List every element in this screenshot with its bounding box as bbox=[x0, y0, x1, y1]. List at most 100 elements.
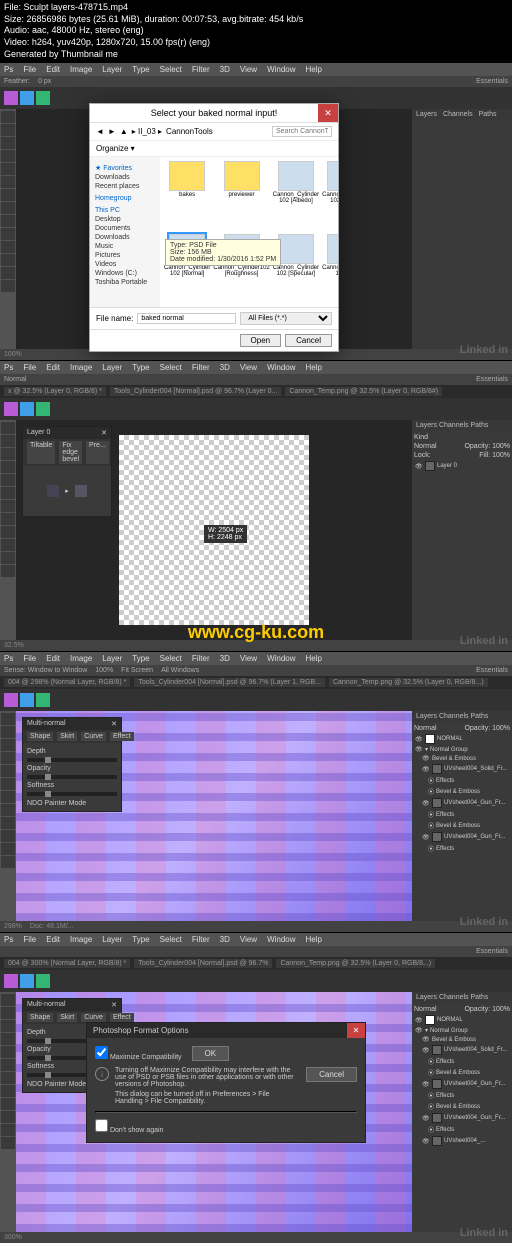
cancel-button[interactable]: Cancel bbox=[285, 334, 332, 347]
logo-icon: Ps bbox=[4, 654, 13, 663]
menu-layer[interactable]: Layer bbox=[102, 65, 122, 74]
file-item[interactable]: Cannon_Cylinder 102 [Gloss] bbox=[322, 161, 338, 231]
size-readout: W: 2504 pxH: 2248 px bbox=[204, 525, 247, 543]
dialog-title: Select your baked normal input! ✕ bbox=[90, 104, 338, 123]
search-input[interactable] bbox=[272, 126, 332, 137]
softness-slider[interactable] bbox=[27, 792, 117, 796]
tab[interactable]: Cannon_Temp.png @ 32.5% (Layer 0, RGB/8.… bbox=[329, 678, 488, 687]
tool-icon[interactable] bbox=[1, 163, 15, 175]
logo-icon: Ps bbox=[4, 935, 13, 944]
sidebar-item[interactable]: Windows (C:) bbox=[93, 269, 157, 278]
fwd-icon[interactable]: ► bbox=[108, 127, 116, 136]
menu-edit[interactable]: Edit bbox=[46, 65, 60, 74]
sidebar-item[interactable]: Videos bbox=[93, 260, 157, 269]
close-icon[interactable]: ✕ bbox=[347, 1023, 365, 1038]
sidebar-item[interactable]: Desktop bbox=[93, 215, 157, 224]
tool-icon[interactable] bbox=[1, 202, 15, 214]
file-tooltip: Type: PSD File Size: 156 MB Date modifie… bbox=[165, 239, 281, 266]
tool-icon[interactable] bbox=[1, 228, 15, 240]
logo-icon: Ps bbox=[4, 363, 13, 372]
file-item[interactable]: Cannon_Cylinder 102 [Albedo] bbox=[273, 161, 319, 231]
organize-btn[interactable]: Organize ▾ bbox=[96, 144, 135, 153]
dontshow-checkbox[interactable]: Don't show again bbox=[95, 1127, 163, 1134]
tool-icon[interactable] bbox=[1, 124, 15, 136]
menu-image[interactable]: Image bbox=[70, 65, 92, 74]
back-icon[interactable]: ◄ bbox=[96, 127, 104, 136]
folder-item[interactable]: bakes bbox=[164, 161, 210, 231]
sidebar-item[interactable]: Downloads bbox=[93, 173, 157, 182]
tool-icon[interactable] bbox=[1, 254, 15, 266]
file-item[interactable]: Cannon_Cylinder 102_0s bbox=[322, 234, 338, 304]
depth-slider[interactable] bbox=[27, 758, 117, 762]
sidebar-item[interactable]: Toshiba Portable bbox=[93, 278, 157, 287]
tab[interactable]: Tools_Cylinder004 [Normal].psd @ 96.7% bbox=[134, 959, 272, 968]
menu-type[interactable]: Type bbox=[132, 65, 149, 74]
swatch-purple[interactable] bbox=[4, 91, 18, 105]
close-icon[interactable]: ✕ bbox=[318, 104, 338, 122]
doc-tabs: x @ 32.5% (Layer 0, RGB/8) * Tools_Cylin… bbox=[0, 385, 512, 398]
layer-item[interactable]: 👁Layer 0 bbox=[414, 460, 510, 472]
tab[interactable]: 004 @ 298% (Normal Layer, RGB/8) * bbox=[4, 678, 130, 687]
sidebar-item[interactable]: Pictures bbox=[93, 251, 157, 260]
tab[interactable]: Tools_Cylinder004 [Normal].psd @ 96.7% (… bbox=[110, 387, 282, 396]
tab[interactable]: 004 @ 300% (Normal Layer, RGB/8) * bbox=[4, 959, 130, 968]
filetype-select[interactable]: All Files (*.*) bbox=[240, 312, 332, 325]
tool-icon[interactable] bbox=[1, 176, 15, 188]
tool-icon[interactable] bbox=[1, 137, 15, 149]
options-bar: Feather:0 px Essentials bbox=[0, 76, 512, 87]
close-icon[interactable]: ✕ bbox=[101, 429, 107, 437]
opacity-slider[interactable] bbox=[27, 775, 117, 779]
sidebar-item[interactable]: Recent places bbox=[93, 182, 157, 191]
dialog-sidebar: ★ Favorites Downloads Recent places Home… bbox=[90, 157, 160, 307]
normal-map-canvas: Multi-normal✕ Shape Skirt Curve Effect D… bbox=[16, 992, 412, 1232]
screenshot-2: Ps FileEditImageLayerTypeSelectFilter3DV… bbox=[0, 360, 512, 651]
swatch-blue[interactable] bbox=[20, 91, 34, 105]
info-icon: i bbox=[95, 1067, 109, 1081]
close-icon[interactable]: ✕ bbox=[111, 720, 117, 728]
menu-view[interactable]: View bbox=[240, 65, 257, 74]
screenshot-1: Ps File Edit Image Layer Type Select Fil… bbox=[0, 62, 512, 360]
maxcompat-checkbox[interactable]: Maximize Compatibility bbox=[95, 1046, 182, 1061]
tool-icon[interactable] bbox=[1, 215, 15, 227]
swatch-green[interactable] bbox=[36, 91, 50, 105]
sidebar-item[interactable]: Music bbox=[93, 242, 157, 251]
linkedin-watermark: Linked in bbox=[460, 344, 508, 356]
tool-icon[interactable] bbox=[1, 189, 15, 201]
tab[interactable]: Tools_Cylinder004 [Normal].psd @ 96.7% (… bbox=[134, 678, 325, 687]
menu-3d[interactable]: 3D bbox=[220, 65, 230, 74]
menu-select[interactable]: Select bbox=[160, 65, 182, 74]
cancel-button[interactable]: Cancel bbox=[306, 1067, 357, 1082]
menu-filter[interactable]: Filter bbox=[192, 65, 210, 74]
tab[interactable]: Cannon_Temp.png @ 32.5% (Layer 0, RGB/8.… bbox=[276, 959, 435, 968]
screenshot-4: Ps FileEditImageLayerTypeSelectFilter3DV… bbox=[0, 932, 512, 1243]
sidebar-item[interactable]: Downloads bbox=[93, 233, 157, 242]
normal-map-canvas: Multi-normal✕ Shape Skirt Curve Effect D… bbox=[16, 711, 412, 921]
cg-watermark: www.cg-ku.com bbox=[188, 622, 324, 643]
menu-file[interactable]: File bbox=[23, 65, 36, 74]
ok-button[interactable]: OK bbox=[192, 1046, 230, 1061]
open-button[interactable]: Open bbox=[240, 334, 282, 347]
folder-item[interactable]: previewer bbox=[213, 161, 269, 231]
menu-bar: Ps File Edit Image Layer Type Select Fil… bbox=[0, 63, 512, 76]
sidebar-item[interactable]: Documents bbox=[93, 224, 157, 233]
close-icon[interactable]: ✕ bbox=[111, 1001, 117, 1009]
preview-icon bbox=[75, 485, 87, 497]
menu-help[interactable]: Help bbox=[306, 65, 322, 74]
canvas-area: Select your baked normal input! ✕ ◄ ► ▲ … bbox=[16, 109, 412, 349]
up-icon[interactable]: ▲ bbox=[120, 127, 128, 136]
tab[interactable]: x @ 32.5% (Layer 0, RGB/8) * bbox=[4, 387, 106, 396]
dialog-nav: ◄ ► ▲ ▸ II_03 ▸ CannonTools bbox=[90, 123, 338, 141]
tool-icon[interactable] bbox=[1, 150, 15, 162]
tool-icon[interactable] bbox=[1, 111, 15, 123]
layer-item[interactable]: 👁NORMAL bbox=[414, 733, 510, 745]
preview-icon bbox=[47, 485, 59, 497]
ndo-panel: Multi-normal✕ Shape Skirt Curve Effect D… bbox=[22, 717, 122, 812]
format-options-dialog: Photoshop Format Options ✕ Maximize Comp… bbox=[86, 1022, 366, 1143]
layer-item[interactable]: 👁▾Normal Group bbox=[414, 745, 510, 754]
tool-icon[interactable] bbox=[1, 280, 15, 292]
tab[interactable]: Cannon_Temp.png @ 32.5% (Layer 0, RGB/8#… bbox=[285, 387, 442, 396]
tool-icon[interactable] bbox=[1, 241, 15, 253]
menu-window[interactable]: Window bbox=[267, 65, 295, 74]
filename-input[interactable] bbox=[137, 313, 236, 324]
tool-icon[interactable] bbox=[1, 267, 15, 279]
